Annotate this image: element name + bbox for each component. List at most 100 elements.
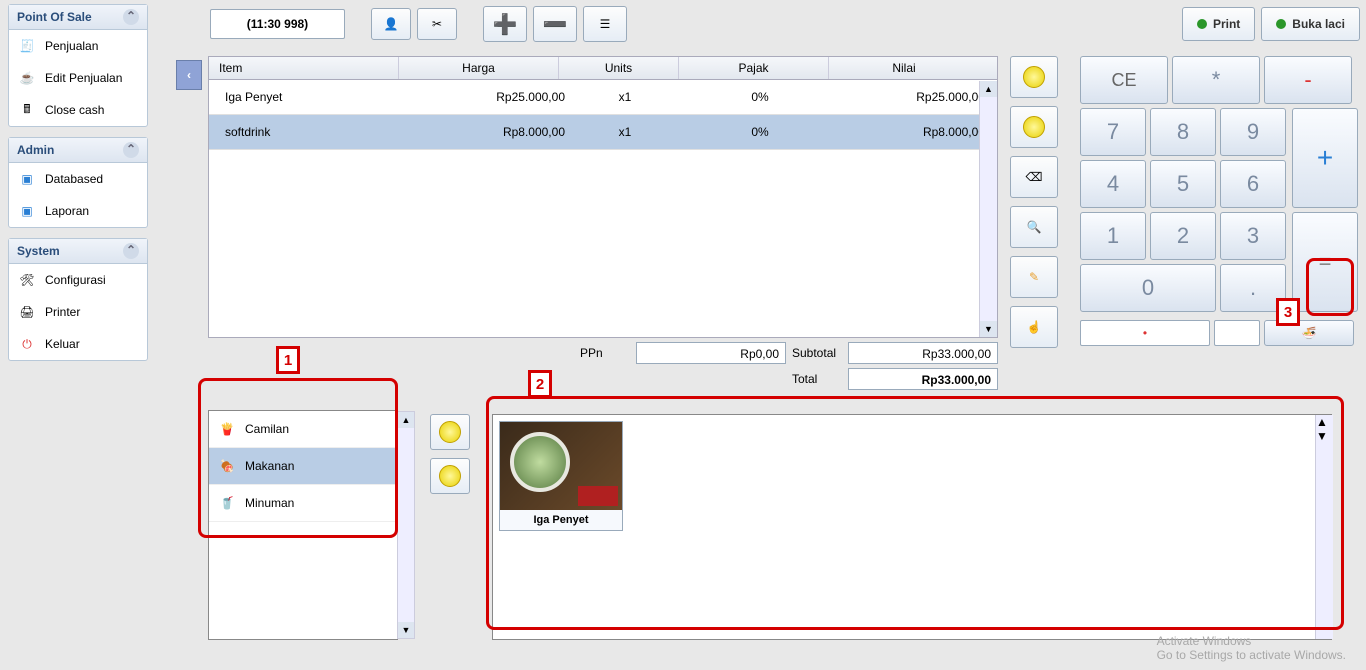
annotation-label-1: 1 <box>276 346 300 374</box>
snack-icon: 🍟 <box>215 417 239 441</box>
category-scrollbar[interactable]: ▲ ▼ <box>397 411 415 639</box>
item-action-buttons: ⌫ 🔍 ✎ ☝ <box>1010 56 1062 356</box>
scroll-up-icon[interactable]: ▲ <box>398 412 414 428</box>
annotation-label-3: 3 <box>1276 298 1300 326</box>
key-minus[interactable]: - <box>1264 56 1352 104</box>
nav-databased[interactable]: ▣ Databased <box>9 163 147 195</box>
split-button[interactable]: ✂ <box>417 8 457 40</box>
key-asterisk[interactable]: * <box>1172 56 1260 104</box>
subtotal-value: Rp33.000,00 <box>848 342 998 364</box>
panel-pos-header[interactable]: Point Of Sale ⌃ <box>9 5 147 30</box>
key-1[interactable]: 1 <box>1080 212 1146 260</box>
grid-scrollbar[interactable]: ▲ ▼ <box>979 81 997 337</box>
search-icon: 🔍 <box>1027 220 1042 234</box>
open-drawer-button[interactable]: Buka laci <box>1261 7 1360 41</box>
windows-watermark: Activate Windows Go to Settings to activ… <box>1157 634 1346 662</box>
nav-penjualan[interactable]: 🧾 Penjualan <box>9 30 147 62</box>
person-icon: 👤 <box>384 17 399 31</box>
cell-units: x1 <box>565 90 685 104</box>
key-2[interactable]: 2 <box>1150 212 1216 260</box>
nav-printer[interactable]: 🖨 Printer <box>9 296 147 328</box>
key-4[interactable]: 4 <box>1080 160 1146 208</box>
panel-system-title: System <box>17 244 60 258</box>
key-3[interactable]: 3 <box>1220 212 1286 260</box>
down-item-button[interactable] <box>1010 106 1058 148</box>
list-button[interactable]: ☰ <box>583 6 627 42</box>
category-label: Camilan <box>245 422 289 436</box>
cell-pajak: 0% <box>685 125 835 139</box>
cash-register-icon: 🧾 <box>17 36 37 56</box>
total-label: Total <box>792 372 842 386</box>
key-8[interactable]: 8 <box>1150 108 1216 156</box>
nav-edit-penjualan[interactable]: ☕ Edit Penjualan <box>9 62 147 94</box>
product-card-iga-penyet[interactable]: Iga Penyet <box>499 421 623 531</box>
scroll-up-icon[interactable]: ▲ <box>1316 415 1333 429</box>
printer-icon: 🖨 <box>17 302 37 322</box>
key-7[interactable]: 7 <box>1080 108 1146 156</box>
scroll-down-icon[interactable]: ▼ <box>980 321 997 337</box>
cell-harga: Rp8.000,00 <box>405 125 565 139</box>
remove-button[interactable]: ➖ <box>533 6 577 42</box>
scroll-down-icon[interactable]: ▼ <box>1316 429 1333 443</box>
category-list: 🍟 Camilan 🍖 Makanan 🥤 Minuman ▲ ▼ <box>208 410 398 640</box>
scroll-up-icon[interactable]: ▲ <box>980 81 997 97</box>
category-item-camilan[interactable]: 🍟 Camilan <box>209 411 397 448</box>
food-icon: 🍖 <box>215 454 239 478</box>
calculator-icon: 🖩 <box>17 100 37 120</box>
panel-system-header[interactable]: System ⌃ <box>9 239 147 264</box>
chevron-up-icon: ⌃ <box>123 243 139 259</box>
key-6[interactable]: 6 <box>1220 160 1286 208</box>
add-button[interactable]: ➕ <box>483 6 527 42</box>
cell-item: softdrink <box>215 125 405 139</box>
totals-area: PPn Rp0,00 Subtotal Rp33.000,00 Total Rp… <box>408 342 998 394</box>
grid-header: Item Harga Units Pajak Nilai <box>209 57 997 80</box>
grid-row[interactable]: Iga Penyet Rp25.000,00 x1 0% Rp25.000,00 <box>209 80 997 115</box>
col-units: Units <box>559 57 679 79</box>
key-9[interactable]: 9 <box>1220 108 1286 156</box>
collapse-sidebar-button[interactable]: ‹ <box>176 60 202 90</box>
key-plus[interactable]: + <box>1292 108 1358 208</box>
ppn-value: Rp0,00 <box>636 342 786 364</box>
nav-close-cash[interactable]: 🖩 Close cash <box>9 94 147 126</box>
database-icon: ▣ <box>17 169 37 189</box>
up-item-button[interactable] <box>1010 56 1058 98</box>
attributes-button[interactable]: ☝ <box>1010 306 1058 348</box>
chevron-up-icon: ⌃ <box>123 9 139 25</box>
qty-input[interactable] <box>1214 320 1260 346</box>
panel-admin-header[interactable]: Admin ⌃ <box>9 138 147 163</box>
delete-item-button[interactable]: ⌫ <box>1010 156 1058 198</box>
bowl-icon: 🍜 <box>1302 326 1317 340</box>
nav-laporan[interactable]: ▣ Laporan <box>9 195 147 227</box>
nav-configurasi[interactable]: 🛠 Configurasi <box>9 264 147 296</box>
grid-row[interactable]: softdrink Rp8.000,00 x1 0% Rp8.000,00 <box>209 115 997 150</box>
key-5[interactable]: 5 <box>1150 160 1216 208</box>
items-grid: Item Harga Units Pajak Nilai Iga Penyet … <box>208 56 998 338</box>
scroll-down-icon[interactable]: ▼ <box>398 622 414 638</box>
col-harga: Harga <box>399 57 559 79</box>
hand-point-icon: ☝ <box>1027 320 1042 334</box>
category-up-button[interactable] <box>430 414 470 450</box>
transaction-display: (11:30 998) <box>210 9 345 39</box>
key-ce[interactable]: CE <box>1080 56 1168 104</box>
yellow-circle-icon <box>1023 116 1045 138</box>
product-scrollbar[interactable]: ▲ ▼ <box>1315 415 1333 639</box>
cell-item: Iga Penyet <box>215 90 405 104</box>
search-item-button[interactable]: 🔍 <box>1010 206 1058 248</box>
barcode-input[interactable]: • <box>1080 320 1210 346</box>
category-item-minuman[interactable]: 🥤 Minuman <box>209 485 397 522</box>
key-0[interactable]: 0 <box>1080 264 1216 312</box>
edit-item-button[interactable]: ✎ <box>1010 256 1058 298</box>
report-icon: ▣ <box>17 201 37 221</box>
nav-keluar[interactable]: ⏻ Keluar <box>9 328 147 360</box>
col-nilai: Nilai <box>829 57 979 79</box>
category-down-button[interactable] <box>430 458 470 494</box>
print-button[interactable]: Print <box>1182 7 1255 41</box>
nav-label: Printer <box>45 305 80 319</box>
drink-icon: 🥤 <box>215 491 239 515</box>
nav-label: Keluar <box>45 337 80 351</box>
category-item-makanan[interactable]: 🍖 Makanan <box>209 448 397 485</box>
key-equals[interactable]: = <box>1292 212 1358 312</box>
customer-button[interactable]: 👤 <box>371 8 411 40</box>
green-dot-icon <box>1276 19 1286 29</box>
plus-circle-icon: ➕ <box>493 12 518 37</box>
